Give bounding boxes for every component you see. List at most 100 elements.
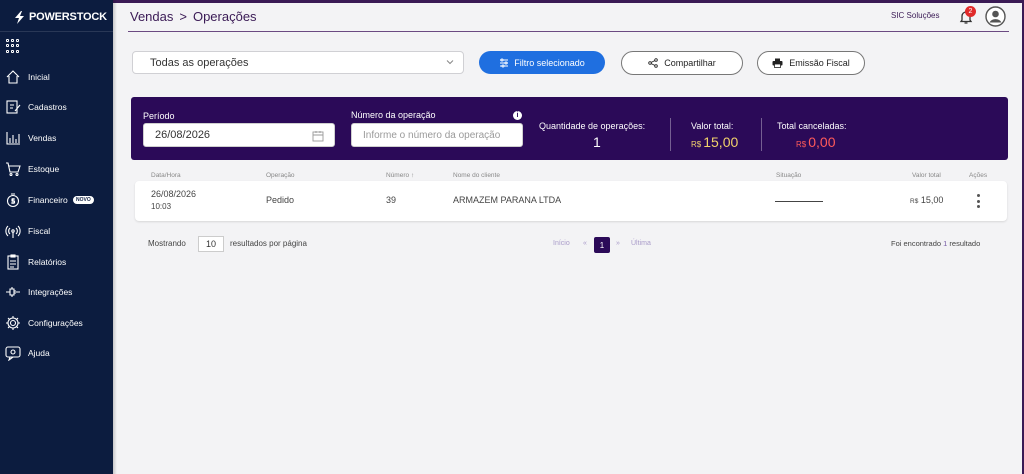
row-total: R$ 15,00	[910, 195, 943, 205]
operation-type-select[interactable]: Todas as operações	[132, 51, 464, 74]
total-value: R$ 15,00	[691, 134, 738, 150]
quantity-value: 1	[593, 134, 601, 150]
help-icon	[5, 346, 21, 361]
row-actions-menu-icon[interactable]	[977, 194, 981, 208]
chart-icon	[6, 132, 20, 145]
row-date: 26/08/2026	[151, 189, 197, 199]
pagination-current-page[interactable]: 1	[594, 237, 610, 253]
row-operation: Pedido	[266, 195, 295, 205]
sidebar-item-label: Estoque	[28, 164, 60, 174]
results-suffix: resultado	[949, 239, 981, 248]
sidebar-item-label: Inicial	[28, 72, 50, 82]
column-header-number[interactable]: Número ↑	[386, 172, 414, 179]
sidebar-item-label: Fiscal	[28, 226, 51, 236]
edit-icon	[6, 100, 21, 114]
filter-button-label: Filtro selecionado	[514, 57, 585, 68]
summary-panel: Período 26/08/2026 Número da operação i …	[131, 97, 1008, 160]
results-prefix: Foi encontrado	[891, 239, 942, 248]
column-header-client[interactable]: Nome do cliente	[453, 172, 500, 179]
row-total-amount: 15,00	[920, 195, 944, 205]
sidebar-item-fiscal[interactable]: Fiscal	[0, 219, 113, 243]
fiscal-emission-button[interactable]: Emissão Fiscal	[757, 51, 865, 75]
dollar-icon	[6, 193, 20, 208]
column-header-status[interactable]: Situação	[776, 172, 801, 179]
canceled-amount: 0,00	[808, 134, 836, 150]
operation-number-label: Número da operação	[351, 110, 436, 120]
share-button[interactable]: Compartilhar	[621, 51, 743, 75]
pagination-next[interactable]: »	[616, 240, 620, 247]
row-client: ARMAZEM PARANA LTDA	[453, 195, 562, 205]
breadcrumb: Vendas > Operações	[130, 9, 257, 24]
sidebar-item-label: Configurações	[28, 318, 83, 328]
sidebar-item-label: Integrações	[28, 287, 73, 297]
filter-button[interactable]: Filtro selecionado	[479, 51, 605, 74]
period-date-value: 26/08/2026	[155, 129, 211, 141]
column-header-date[interactable]: Data/Hora	[151, 172, 181, 179]
sort-asc-icon: ↑	[410, 172, 415, 179]
column-header-number-label: Número	[386, 172, 410, 179]
page-size-select[interactable]: 10	[198, 236, 224, 252]
results-count-text: Foi encontrado 1 resultado	[891, 239, 980, 248]
share-icon	[648, 58, 658, 68]
column-header-operation[interactable]: Operação	[266, 172, 295, 179]
fiscal-button-label: Emissão Fiscal	[789, 58, 850, 68]
row-number: 39	[386, 195, 397, 205]
antenna-icon	[5, 225, 21, 238]
window-top-border	[0, 0, 1024, 3]
company-name[interactable]: SIC Soluções	[891, 11, 939, 20]
sidebar-shadow	[113, 0, 117, 474]
total-amount: 15,00	[703, 134, 739, 150]
brand-name: POWERSTOCK	[29, 11, 107, 23]
sidebar-item-vendas[interactable]: Vendas	[0, 126, 113, 150]
info-icon[interactable]: i	[513, 111, 522, 120]
pagination-first[interactable]: Início	[553, 240, 570, 247]
sidebar-divider	[0, 31, 113, 32]
gear-icon	[6, 316, 20, 330]
summary-divider	[761, 118, 762, 151]
canceled-currency: R$	[796, 140, 807, 149]
logo[interactable]: POWERSTOCK	[14, 9, 107, 25]
breadcrumb-vendas[interactable]: Vendas	[130, 9, 173, 24]
apps-grid-icon[interactable]	[6, 39, 20, 53]
column-header-total[interactable]: Valor total	[912, 172, 941, 179]
pagination-last[interactable]: Última	[631, 240, 651, 247]
sidebar-item-integracoes[interactable]: Integrações	[0, 280, 113, 304]
summary-divider	[670, 118, 671, 151]
notification-count-badge: 2	[965, 6, 976, 17]
sliders-icon	[500, 58, 509, 67]
canceled-value: R$ 0,00	[796, 134, 835, 150]
sidebar-item-inicial[interactable]: Inicial	[0, 65, 113, 89]
sidebar-item-label: Ajuda	[28, 348, 50, 358]
report-icon	[7, 254, 19, 270]
sidebar-item-financeiro[interactable]: Financeiro NOVO	[0, 188, 113, 212]
row-total-currency: R$	[910, 198, 919, 205]
sidebar: POWERSTOCK Inicial Cadastros Vendas Esto…	[0, 0, 113, 474]
user-avatar-icon[interactable]	[985, 6, 1006, 27]
header-divider	[128, 31, 1009, 32]
operation-number-input[interactable]: Informe o número da operação	[351, 123, 523, 147]
breadcrumb-operacoes: Operações	[192, 9, 257, 24]
canceled-label: Total canceladas:	[777, 121, 847, 131]
sidebar-item-relatorios[interactable]: Relatórios	[0, 250, 113, 274]
sidebar-item-ajuda[interactable]: Ajuda	[0, 341, 113, 365]
table-row[interactable]: 26/08/2026 10:03 Pedido 39 ARMAZEM PARAN…	[135, 181, 1007, 221]
sidebar-item-cadastros[interactable]: Cadastros	[0, 95, 113, 119]
sidebar-item-configuracoes[interactable]: Configurações	[0, 311, 113, 335]
pagination-prev[interactable]: «	[583, 240, 587, 247]
period-label: Período	[143, 111, 175, 121]
sidebar-item-label: Vendas	[28, 133, 57, 143]
row-time: 10:03	[151, 202, 172, 211]
chevron-down-icon	[446, 60, 454, 65]
breadcrumb-separator: >	[179, 9, 187, 24]
sidebar-item-estoque[interactable]: Estoque	[0, 157, 113, 181]
period-date-input[interactable]: 26/08/2026	[143, 123, 335, 147]
home-icon	[6, 70, 20, 84]
logo-mark-icon	[15, 10, 24, 24]
cart-icon	[6, 162, 21, 177]
showing-label: Mostrando	[148, 239, 186, 248]
calendar-icon	[312, 131, 324, 142]
new-badge: NOVO	[72, 195, 95, 205]
total-currency: R$	[691, 140, 702, 149]
results-count: 1	[943, 239, 948, 248]
plug-icon	[6, 287, 20, 297]
